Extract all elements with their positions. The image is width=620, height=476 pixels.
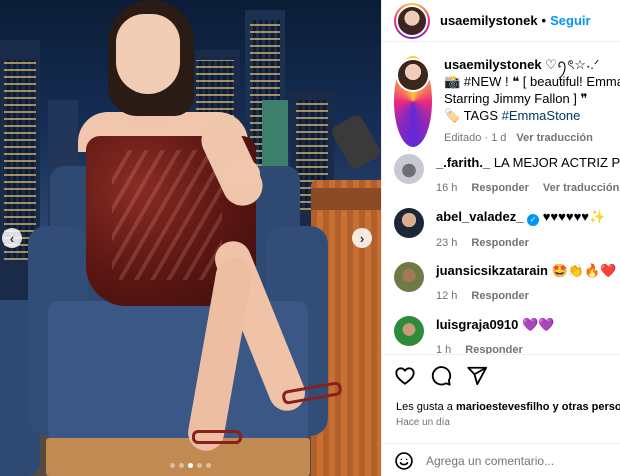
caption-block: usaemilystonek ♡ꪆৎ☆˖.ᐟ 📸 #NEW ! ❝ [ beau… (394, 56, 620, 147)
likes-user-link[interactable]: marioestevesfilho (456, 401, 550, 413)
post-header: usaemilystonek • Seguir (382, 0, 620, 42)
commenter-avatar[interactable] (394, 262, 424, 292)
comment-username[interactable]: abel_valadez_ (436, 209, 523, 224)
post-actions: Les gusta a marioestevesfilho y otras pe… (382, 354, 620, 476)
likes-summary[interactable]: Les gusta a marioestevesfilho y otras pe… (396, 401, 620, 413)
guest-figure (72, 0, 343, 476)
emoji-icon[interactable] (394, 451, 414, 471)
comment-username[interactable]: juansicsikzatarain (436, 263, 548, 278)
author-avatar[interactable] (394, 2, 430, 39)
carousel-dot (206, 463, 211, 468)
comment-age[interactable]: 12 h (436, 288, 457, 305)
chevron-left-icon: ‹ (9, 230, 15, 246)
reply-button[interactable]: Responder (471, 235, 528, 252)
commenter-avatar[interactable] (394, 316, 424, 346)
comments-list[interactable]: usaemilystonek ♡ꪆৎ☆˖.ᐟ 📸 #NEW ! ❝ [ beau… (382, 44, 620, 354)
caption-avatar[interactable] (394, 56, 432, 147)
comment-text: LA MEJOR ACTRIZ PORNO (493, 155, 620, 170)
share-button[interactable] (466, 365, 488, 390)
likes-others-link[interactable]: y otras personas (553, 401, 620, 413)
post-side-panel: usaemilystonek • Seguir usaemilystonek ♡… (381, 0, 620, 476)
comment-text: 💜💜 (522, 317, 555, 332)
carousel-dot (170, 463, 175, 468)
reply-button[interactable]: Responder (471, 288, 528, 305)
commenter-avatar[interactable] (394, 208, 424, 238)
carousel-dot (188, 463, 193, 468)
reply-button[interactable]: Responder (471, 180, 528, 197)
carousel-prev-button[interactable]: ‹ (2, 228, 22, 248)
send-icon (467, 366, 488, 386)
comment-item: _.farith._ LA MEJOR ACTRIZ PORNO 16 h Re… (394, 154, 620, 197)
verified-badge-icon: ✓ (527, 214, 540, 226)
comment-item: luisgraja0910 💜💜 1 h Responder (394, 316, 620, 354)
caption-edited: Editado (444, 132, 482, 144)
caption-badge: ♡ꪆৎ☆˖.ᐟ (545, 57, 600, 72)
comment-text: ♥♥♥♥♥♥✨ (542, 209, 606, 224)
caption-line-1: 📸 #NEW ! ❝ [ beautiful! Emma Stone (444, 74, 620, 89)
carousel-dot (179, 463, 184, 468)
carousel-next-button[interactable]: › (352, 228, 372, 248)
comment-text: 🤩👏🔥❤️ (551, 263, 617, 278)
comment-age[interactable]: 23 h (436, 235, 457, 252)
header-separator: • (541, 13, 547, 28)
comment-item: abel_valadez_ ✓ ♥♥♥♥♥♥✨ 23 h Responder (394, 208, 620, 252)
like-button[interactable] (394, 365, 416, 390)
chevron-right-icon: › (359, 230, 365, 246)
post-dialog: ‹ › usaemilystonek • Seguir usaemilyston… (0, 0, 620, 476)
comment-item: juansicsikzatarain 🤩👏🔥❤️ 12 h Responder (394, 262, 620, 305)
post-photo[interactable]: ‹ › (0, 0, 381, 476)
comment-button[interactable] (430, 365, 452, 390)
likes-prefix: Les gusta a (396, 401, 453, 413)
caption-translate-link[interactable]: Ver traducción (516, 130, 592, 147)
carousel-dot (197, 463, 202, 468)
carousel-dots (0, 463, 381, 468)
reply-button[interactable]: Responder (465, 342, 522, 354)
add-comment-bar (382, 443, 620, 476)
hashtag-link[interactable]: #EmmaStone (502, 108, 581, 123)
caption-line-2: Starring Jimmy Fallon ] ❞ (444, 91, 588, 106)
heart-icon (395, 367, 415, 385)
comment-bubble-icon (431, 366, 452, 386)
author-username[interactable]: usaemilystonek (440, 13, 538, 28)
caption-username[interactable]: usaemilystonek (444, 57, 542, 72)
comment-username[interactable]: _.farith._ (436, 155, 490, 170)
commenter-avatar[interactable] (394, 154, 424, 184)
comment-translate-link[interactable]: Ver traducción (543, 180, 619, 197)
post-timestamp[interactable]: Hace un día (396, 417, 450, 428)
add-comment-input[interactable] (426, 453, 606, 468)
comment-username[interactable]: luisgraja0910 (436, 317, 518, 332)
caption-age[interactable]: 1 d (491, 132, 506, 144)
comment-age[interactable]: 16 h (436, 180, 457, 197)
comment-age[interactable]: 1 h (436, 342, 451, 354)
follow-button[interactable]: Seguir (550, 13, 590, 28)
caption-tags-label: 🏷️ TAGS (444, 108, 498, 123)
